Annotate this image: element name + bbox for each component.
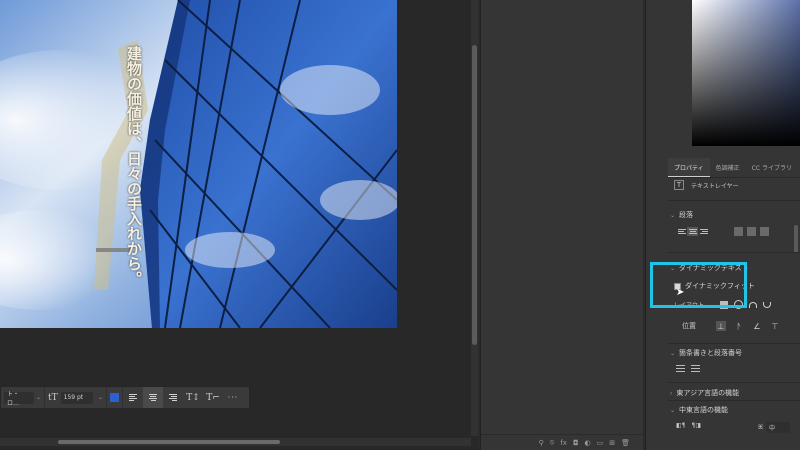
color-picker-field[interactable] <box>692 0 800 146</box>
align-left-button[interactable] <box>123 387 143 408</box>
chevron-down-icon: ⌄ <box>670 349 676 357</box>
position-angle-button[interactable]: ∠ <box>752 321 762 331</box>
justify-left-button[interactable] <box>734 227 743 236</box>
font-family-value: ト・ロ… <box>7 390 20 407</box>
cjk-value-field[interactable]: 中 <box>766 422 790 433</box>
paragraph-align-group <box>676 227 709 236</box>
more-options-button[interactable]: ··· <box>223 387 243 408</box>
align-center-button[interactable] <box>143 387 163 408</box>
text-transform-icon: T↕ <box>186 392 200 403</box>
divider <box>668 200 800 201</box>
divider <box>668 343 800 344</box>
panel-tabs: プロパティ 色調補正 CC ライブラリ <box>668 158 800 178</box>
para-align-center-button[interactable] <box>687 227 698 236</box>
contextual-text-toolbar: ト・ロ… ⌄ tT 159 pt ⌄ T↕ T⌐ ··· <box>0 386 250 409</box>
divider <box>668 252 800 253</box>
adjustment-icon[interactable]: ◐ <box>585 439 591 447</box>
text-color-button[interactable] <box>107 387 123 408</box>
layout-wave-button[interactable] <box>763 301 771 308</box>
layer-type-label: テキストレイヤー <box>691 182 739 190</box>
ltr-paragraph-icon[interactable]: ◧¶ <box>676 422 686 429</box>
divider <box>668 400 800 401</box>
panel-scroll-thumb[interactable] <box>794 225 798 253</box>
text-transform-button[interactable]: T↕ <box>183 387 203 408</box>
section-cjk-label: 中東言語の機能 <box>679 406 729 414</box>
align-center-icon <box>149 394 157 401</box>
position-top-button[interactable]: ⊤ <box>770 321 780 331</box>
font-size-value: 159 pt <box>63 394 84 401</box>
bullet-options <box>676 365 700 373</box>
font-size-field[interactable]: tT 159 pt ⌄ <box>45 387 107 408</box>
rtl-paragraph-icon[interactable]: ¶◨ <box>692 422 702 429</box>
chevron-down-icon: ⌄ <box>670 211 676 219</box>
divider <box>668 382 800 383</box>
align-right-icon <box>699 229 708 234</box>
section-bullets[interactable]: ⌄ 箇条書きと段落番号 <box>670 348 742 358</box>
tab-adjustments[interactable]: 色調補正 <box>710 158 746 177</box>
font-size-icon: tT <box>48 392 58 403</box>
text-orientation-icon: T⌐ <box>206 392 220 403</box>
vertical-text[interactable]: 建物の価値は、日々の手入れから。 <box>102 46 143 286</box>
layers-panel-footer: ⚲ ⦸ fx ◘ ◐ ▭ ⊞ 🗑 <box>481 434 644 450</box>
section-cjk[interactable]: ⌄ 中東言語の機能 <box>670 405 728 415</box>
layout-arch-button[interactable] <box>749 301 757 308</box>
section-bullets-label: 箇条書きと段落番号 <box>679 349 743 357</box>
properties-panel: プロパティ 色調補正 CC ライブラリ T テキストレイヤー ⌄ 段落 ⌄ ダイ… <box>645 0 800 450</box>
app-window: 建物の価値は、日々の手入れから。 ト・ロ… ⌄ tT 159 pt ⌄ T↕ T… <box>0 0 800 450</box>
align-center-icon <box>688 229 697 234</box>
fx-icon[interactable]: fx <box>560 439 567 447</box>
text-layer-icon: T <box>674 180 684 190</box>
artwork-svg <box>0 0 397 328</box>
tutorial-highlight-box <box>650 262 747 308</box>
position-baseline-button[interactable]: ⊥ <box>716 321 726 331</box>
section-east-asian[interactable]: › 東アジア言語の機能 <box>670 388 739 398</box>
chevron-down-icon: ⌄ <box>670 406 676 414</box>
para-align-right-button[interactable] <box>698 227 709 236</box>
layer-type-row: T テキストレイヤー <box>674 180 739 190</box>
bullet-list-icon[interactable] <box>676 365 685 373</box>
position-label: 位置 <box>682 322 696 330</box>
section-paragraph-label: 段落 <box>679 211 694 219</box>
style-icon[interactable]: ⦸ <box>550 438 555 447</box>
align-right-icon <box>169 394 177 401</box>
align-left-icon <box>129 394 137 401</box>
cjk-direction-row: ◧¶ ¶◨ <box>676 422 701 429</box>
chevron-down-icon: ⌄ <box>35 394 41 401</box>
vertical-scrollbar[interactable] <box>471 0 478 436</box>
vertical-scroll-thumb[interactable] <box>472 45 477 345</box>
trash-icon[interactable]: 🗑 <box>621 439 630 447</box>
align-right-button[interactable] <box>163 387 183 408</box>
section-east-asian-label: 東アジア言語の機能 <box>676 389 740 397</box>
numbered-list-icon[interactable] <box>691 365 700 373</box>
folder-icon[interactable]: ▭ <box>597 439 604 447</box>
tab-cc-libraries[interactable]: CC ライブラリ <box>746 158 798 177</box>
horizontal-scroll-thumb[interactable] <box>58 440 280 444</box>
text-orientation-button[interactable]: T⌐ <box>203 387 223 408</box>
section-paragraph[interactable]: ⌄ 段落 <box>670 210 693 220</box>
justify-right-button[interactable] <box>760 227 769 236</box>
more-icon: ··· <box>227 393 239 402</box>
kashida-icon: ꕤ <box>758 423 763 431</box>
horizontal-scrollbar[interactable] <box>0 438 471 446</box>
position-row: 位置 ⊥ ᚫ ∠ ⊤ <box>682 321 780 331</box>
justify-center-button[interactable] <box>747 227 756 236</box>
layers-panel: ⚲ ⦸ fx ◘ ◐ ▭ ⊞ 🗑 <box>480 0 644 450</box>
link-icon[interactable]: ⚲ <box>539 439 544 447</box>
mask-icon[interactable]: ◘ <box>573 439 579 447</box>
color-swatch <box>110 393 119 402</box>
position-skew-button[interactable]: ᚫ <box>734 321 744 331</box>
chevron-right-icon: › <box>670 389 673 397</box>
new-layer-icon[interactable]: ⊞ <box>609 439 615 447</box>
canvas-area[interactable]: 建物の価値は、日々の手入れから。 ト・ロ… ⌄ tT 159 pt ⌄ T↕ T… <box>0 0 478 450</box>
cjk-setting: ꕤ 中 <box>758 422 790 433</box>
paragraph-justify-group <box>734 227 769 236</box>
font-family-dropdown[interactable]: ト・ロ… ⌄ <box>1 387 45 408</box>
para-align-left-button[interactable] <box>676 227 687 236</box>
align-left-icon <box>677 229 686 234</box>
artwork-image[interactable]: 建物の価値は、日々の手入れから。 <box>0 0 397 328</box>
tab-properties[interactable]: プロパティ <box>668 158 710 177</box>
chevron-down-icon: ⌄ <box>97 394 103 401</box>
